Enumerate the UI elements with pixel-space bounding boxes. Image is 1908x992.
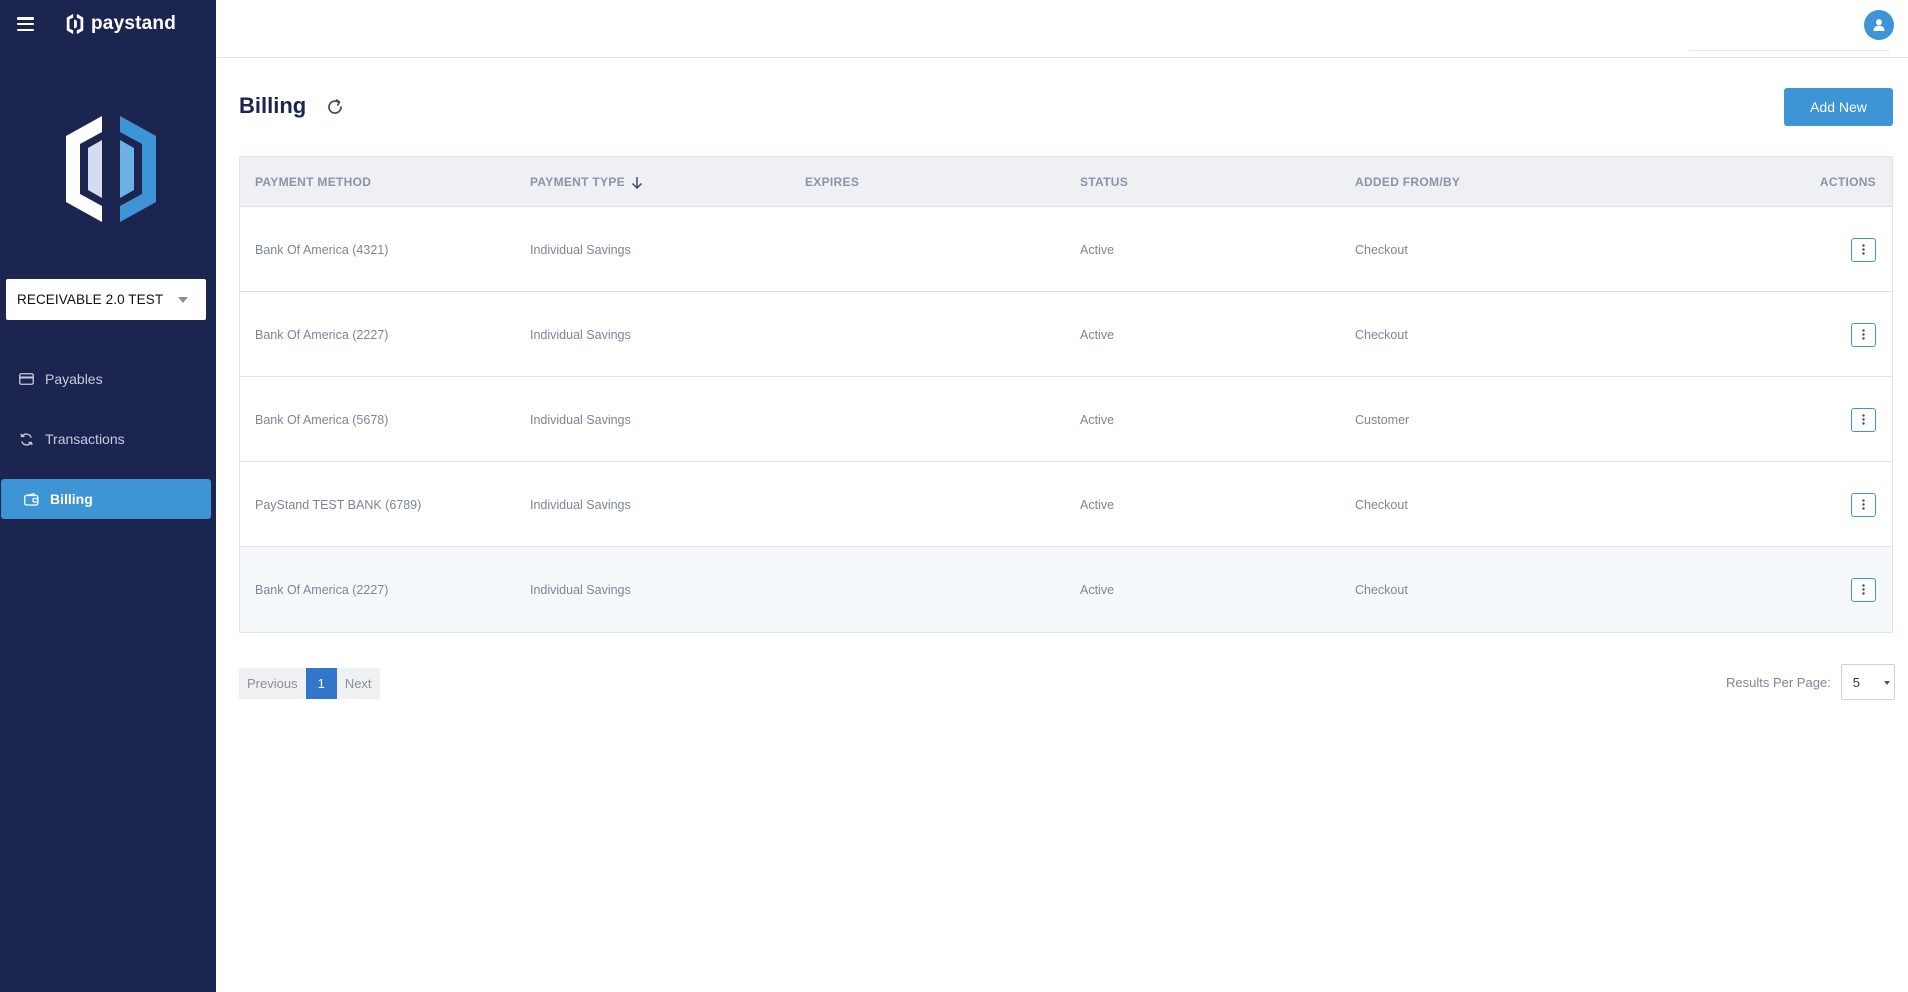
table-row[interactable]: Bank Of America (4321) Individual Saving…: [240, 207, 1892, 292]
entity-select[interactable]: RECEIVABLE 2.0 TEST: [6, 279, 206, 320]
top-bar: [216, 0, 1908, 58]
row-actions-button[interactable]: [1851, 577, 1876, 602]
cell-payment-type: Individual Savings: [530, 412, 631, 427]
sidebar-item-label: Billing: [50, 491, 93, 507]
cell-payment-type: Individual Savings: [530, 242, 631, 257]
sidebar-item-label: Transactions: [45, 431, 125, 447]
cell-added-from-by: Checkout: [1355, 497, 1408, 512]
row-actions-button[interactable]: [1851, 237, 1876, 262]
billing-table: PAYMENT METHOD PAYMENT TYPE EXPIRES STAT…: [239, 156, 1893, 633]
table-row[interactable]: Bank Of America (2227) Individual Saving…: [240, 547, 1892, 632]
refresh-icon[interactable]: [325, 97, 345, 117]
column-header-label: PAYMENT TYPE: [530, 175, 625, 189]
credit-card-icon: [18, 371, 34, 387]
cell-payment-method: Bank Of America (2227): [255, 327, 389, 342]
previous-page-button[interactable]: Previous: [239, 668, 306, 699]
paystand-large-logo-icon: [66, 116, 156, 222]
sidebar: paystand RECEIVABLE 2.0 TEST Payables Tr…: [0, 0, 216, 992]
kebab-menu-icon: [1862, 499, 1865, 510]
cell-payment-type: Individual Savings: [530, 582, 631, 597]
page-title: Billing: [239, 93, 307, 118]
cell-status: Active: [1080, 412, 1115, 427]
sidebar-item-billing[interactable]: Billing: [1, 479, 211, 519]
cell-payment-method: Bank Of America (2227): [255, 582, 389, 597]
add-new-button[interactable]: Add New: [1784, 88, 1893, 126]
results-per-page-label: Results Per Page:: [1726, 674, 1831, 690]
sidebar-item-transactions[interactable]: Transactions: [0, 419, 216, 459]
sidebar-header: paystand: [0, 0, 216, 48]
refresh-icon: [18, 431, 34, 447]
cell-actions: [1851, 207, 1876, 292]
cell-status: Active: [1080, 327, 1115, 342]
cell-status: Active: [1080, 242, 1115, 257]
user-icon: [1873, 19, 1885, 31]
sort-arrow-down-icon: [631, 176, 642, 189]
row-actions-button[interactable]: [1851, 407, 1876, 432]
cell-actions: [1851, 462, 1876, 547]
column-header-added-from-by[interactable]: ADDED FROM/BY: [1355, 157, 1460, 207]
results-per-page-select[interactable]: 5: [1840, 664, 1895, 700]
cell-status: Active: [1080, 497, 1115, 512]
cell-payment-method: PayStand TEST BANK (6789): [255, 497, 422, 512]
hamburger-menu-icon[interactable]: [17, 17, 34, 31]
cell-actions: [1851, 292, 1876, 377]
cell-added-from-by: Checkout: [1355, 582, 1408, 597]
kebab-menu-icon: [1862, 414, 1865, 425]
caret-down-icon: [178, 297, 188, 303]
page-1-button[interactable]: 1: [305, 668, 337, 699]
next-page-button[interactable]: Next: [336, 668, 380, 699]
kebab-menu-icon: [1862, 584, 1865, 595]
cell-payment-type: Individual Savings: [530, 327, 631, 342]
cell-actions: [1851, 377, 1876, 462]
table-row[interactable]: Bank Of America (2227) Individual Saving…: [240, 292, 1892, 377]
cell-added-from-by: Checkout: [1355, 242, 1408, 257]
sidebar-item-label: Payables: [45, 371, 103, 387]
results-per-page: Results Per Page: 5: [1726, 664, 1895, 700]
row-actions-button[interactable]: [1851, 492, 1876, 517]
brand-name: paystand: [91, 13, 177, 34]
table-row[interactable]: PayStand TEST BANK (6789) Individual Sav…: [240, 462, 1892, 547]
caret-down-icon: [1883, 681, 1890, 685]
cell-status: Active: [1080, 582, 1115, 597]
paystand-logo-icon: [66, 13, 84, 35]
table-row[interactable]: Bank Of America (5678) Individual Saving…: [240, 377, 1892, 462]
column-header-actions: ACTIONS: [1819, 175, 1876, 189]
column-header-payment-method[interactable]: PAYMENT METHOD: [255, 157, 371, 207]
cell-payment-method: Bank Of America (5678): [255, 412, 389, 427]
column-header-status[interactable]: STATUS: [1080, 157, 1128, 207]
cell-actions: [1851, 547, 1876, 632]
brand-logo[interactable]: paystand: [64, 12, 176, 36]
cell-added-from-by: Customer: [1355, 412, 1410, 427]
entity-select-value: RECEIVABLE 2.0 TEST: [17, 292, 164, 307]
divider: [1690, 50, 1890, 51]
kebab-menu-icon: [1862, 244, 1865, 255]
table-header: PAYMENT METHOD PAYMENT TYPE EXPIRES STAT…: [240, 157, 1892, 207]
results-per-page-value: 5: [1852, 674, 1861, 690]
sidebar-nav: Payables Transactions Billing: [0, 359, 216, 539]
sidebar-item-payables[interactable]: Payables: [0, 359, 216, 399]
user-avatar[interactable]: [1864, 10, 1894, 40]
column-header-payment-type[interactable]: PAYMENT TYPE: [530, 157, 643, 207]
row-actions-button[interactable]: [1851, 322, 1876, 347]
wallet-icon: [23, 491, 39, 507]
pagination: Previous 1 Next: [239, 668, 380, 699]
column-header-expires[interactable]: EXPIRES: [805, 157, 859, 207]
cell-added-from-by: Checkout: [1355, 327, 1408, 342]
cell-payment-method: Bank Of America (4321): [255, 242, 389, 257]
kebab-menu-icon: [1862, 329, 1865, 340]
cell-payment-type: Individual Savings: [530, 497, 631, 512]
